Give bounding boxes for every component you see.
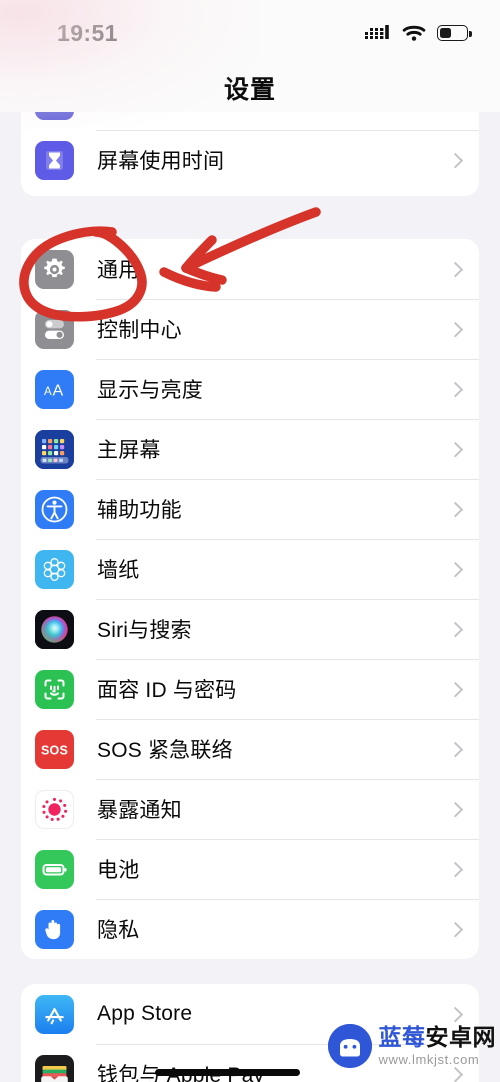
watermark-site-name-primary: 蓝莓 [378, 1024, 426, 1050]
watermark-text: 蓝莓安卓网 www.lmkjst.com [378, 1024, 497, 1067]
android-robot-icon [327, 1024, 372, 1068]
battery-settings-icon [35, 849, 74, 889]
exposure-notification-icon [35, 789, 74, 829]
settings-row-exposure-notifications[interactable]: 暴露通知 [21, 779, 479, 839]
watermark-url: www.lmkjst.com [378, 1052, 480, 1067]
disclosure-chevron-wrapper[interactable] [435, 659, 479, 719]
settings-row-emergency-sos[interactable]: SOS SOS 紧急联络 [21, 719, 479, 779]
settings-row-label: App Store [97, 1002, 193, 1025]
privacy-hand-icon [35, 909, 74, 949]
settings-row-label: 面容 ID 与密码 [97, 679, 237, 702]
settings-row-label: 屏幕使用时间 [97, 150, 225, 173]
chevron-right-icon [447, 741, 464, 758]
settings-row-siri[interactable]: Siri与搜索 [21, 599, 479, 659]
settings-row-display-brightness[interactable]: A A 显示与亮度 [21, 359, 479, 419]
chevron-right-icon [447, 321, 464, 338]
settings-row-label: Siri与搜索 [97, 619, 192, 642]
chevron-right-icon [447, 441, 464, 458]
disclosure-chevron-wrapper[interactable] [435, 419, 479, 479]
settings-row-label: 控制中心 [97, 319, 182, 342]
settings-row-battery[interactable]: 电池 [21, 839, 479, 899]
disclosure-chevron-wrapper[interactable] [435, 779, 479, 839]
svg-text:SOS: SOS [41, 743, 68, 757]
chevron-right-icon [447, 381, 464, 398]
disclosure-chevron-wrapper[interactable] [435, 359, 479, 419]
settings-list[interactable]: 专注 屏幕使用时间 [0, 70, 500, 1082]
wallpaper-icon [35, 549, 74, 589]
svg-text:A: A [53, 382, 64, 399]
phone-screen: 19:51 设置 屏幕使用时间 通用 控制中心 A A 显示与亮度 主屏幕 辅助… [0, 0, 500, 1082]
sos-icon: SOS [35, 729, 74, 769]
app-store-icon [35, 994, 74, 1034]
chevron-right-icon [447, 501, 464, 518]
chevron-right-icon [447, 561, 464, 578]
disclosure-chevron-wrapper[interactable] [435, 130, 479, 190]
status-bar-clock: 19:51 [57, 20, 118, 46]
status-bar: 19:51 [0, 0, 500, 62]
settings-row-privacy[interactable]: 隐私 [21, 899, 479, 959]
disclosure-chevron-wrapper[interactable] [435, 479, 479, 539]
home-indicator [155, 1069, 300, 1076]
settings-row-accessibility[interactable]: 辅助功能 [21, 479, 479, 539]
siri-icon [35, 609, 74, 649]
settings-group-system: 通用 控制中心 A A 显示与亮度 主屏幕 辅助功能 墙纸 Siri与搜索 面容… [21, 239, 479, 959]
home-screen-icon [35, 429, 74, 469]
wifi-icon [402, 25, 426, 41]
settings-row-control-center[interactable]: 控制中心 [21, 299, 479, 359]
disclosure-chevron-wrapper[interactable] [435, 899, 479, 959]
settings-row-label: SOS 紧急联络 [97, 739, 233, 762]
disclosure-chevron-wrapper[interactable] [435, 839, 479, 899]
chevron-right-icon [447, 621, 464, 638]
settings-row-face-id[interactable]: 面容 ID 与密码 [21, 659, 479, 719]
chevron-right-icon [447, 261, 464, 278]
settings-row-label: 辅助功能 [97, 499, 182, 522]
settings-row-label: 主屏幕 [97, 439, 161, 462]
settings-row-wallpaper[interactable]: 墙纸 [21, 539, 479, 599]
settings-row-label: 通用 [97, 259, 140, 282]
chevron-right-icon [447, 152, 464, 169]
wallet-icon [35, 1054, 74, 1082]
settings-row-label: 墙纸 [97, 559, 140, 582]
watermark-site-name-secondary: 安卓网 [425, 1024, 496, 1050]
disclosure-chevron-wrapper[interactable] [435, 719, 479, 779]
toggles-icon [35, 309, 74, 349]
gear-icon [35, 249, 74, 289]
chevron-right-icon [447, 1066, 464, 1082]
hourglass-icon [35, 140, 74, 180]
settings-row-label: 暴露通知 [97, 799, 182, 822]
svg-text:A: A [44, 386, 52, 398]
disclosure-chevron-wrapper[interactable] [435, 599, 479, 659]
settings-row-label: 隐私 [97, 919, 140, 942]
chevron-right-icon [447, 681, 464, 698]
display-brightness-icon: A A [35, 369, 74, 409]
disclosure-chevron-wrapper[interactable] [435, 239, 479, 299]
settings-row-label: 电池 [97, 859, 140, 882]
chevron-right-icon [447, 801, 464, 818]
battery-icon [437, 25, 472, 41]
face-id-icon [35, 669, 74, 709]
page-title: 设置 [223, 76, 276, 104]
accessibility-icon [35, 489, 74, 529]
status-bar-indicators [365, 22, 472, 44]
settings-row-home-screen[interactable]: 主屏幕 [21, 419, 479, 479]
site-watermark: 蓝莓安卓网 www.lmkjst.com [327, 1024, 497, 1068]
disclosure-chevron-wrapper[interactable] [435, 299, 479, 359]
settings-row-screen-time[interactable]: 屏幕使用时间 [21, 130, 479, 190]
settings-row-label: 显示与亮度 [97, 379, 203, 402]
chevron-right-icon [447, 921, 464, 938]
settings-row-general[interactable]: 通用 [21, 239, 479, 299]
cellular-signal-icon [365, 25, 389, 39]
chevron-right-icon [447, 1006, 464, 1023]
chevron-right-icon [447, 861, 464, 878]
disclosure-chevron-wrapper[interactable] [435, 539, 479, 599]
